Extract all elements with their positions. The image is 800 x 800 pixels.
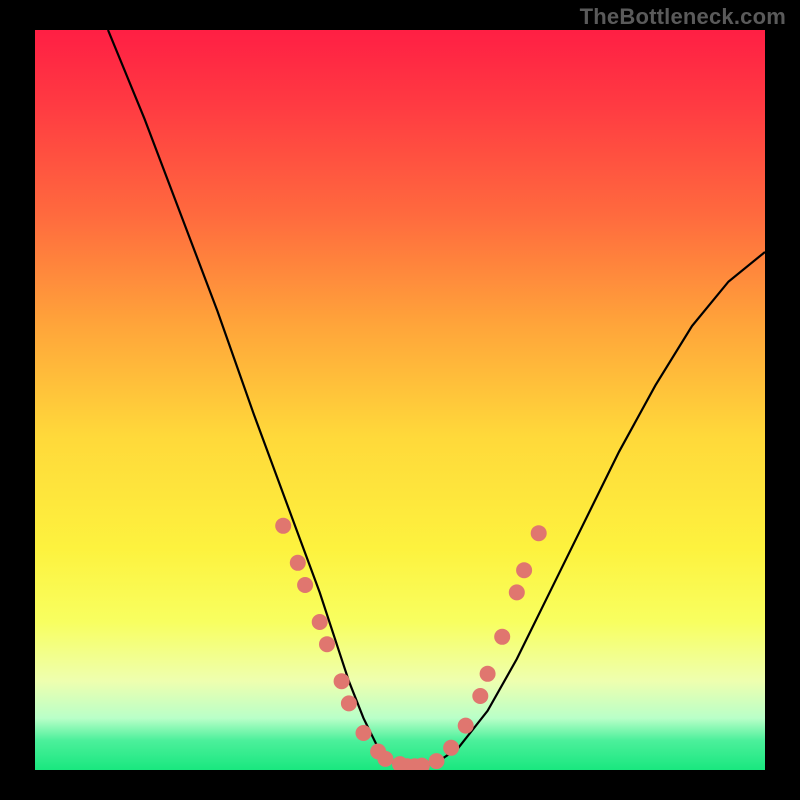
- data-marker: [297, 577, 313, 593]
- data-marker: [531, 525, 547, 541]
- data-marker: [377, 751, 393, 767]
- curve-markers: [275, 518, 547, 770]
- data-marker: [312, 614, 328, 630]
- data-marker: [429, 753, 445, 769]
- data-marker: [443, 740, 459, 756]
- data-marker: [341, 695, 357, 711]
- data-marker: [480, 666, 496, 682]
- data-marker: [319, 636, 335, 652]
- data-marker: [472, 688, 488, 704]
- data-marker: [458, 718, 474, 734]
- curve-svg: [35, 30, 765, 770]
- data-marker: [290, 555, 306, 571]
- bottleneck-curve: [108, 30, 765, 766]
- data-marker: [509, 584, 525, 600]
- data-marker: [356, 725, 372, 741]
- data-marker: [494, 629, 510, 645]
- chart-area: [35, 30, 765, 770]
- watermark-text: TheBottleneck.com: [580, 4, 786, 30]
- data-marker: [334, 673, 350, 689]
- data-marker: [516, 562, 532, 578]
- data-marker: [275, 518, 291, 534]
